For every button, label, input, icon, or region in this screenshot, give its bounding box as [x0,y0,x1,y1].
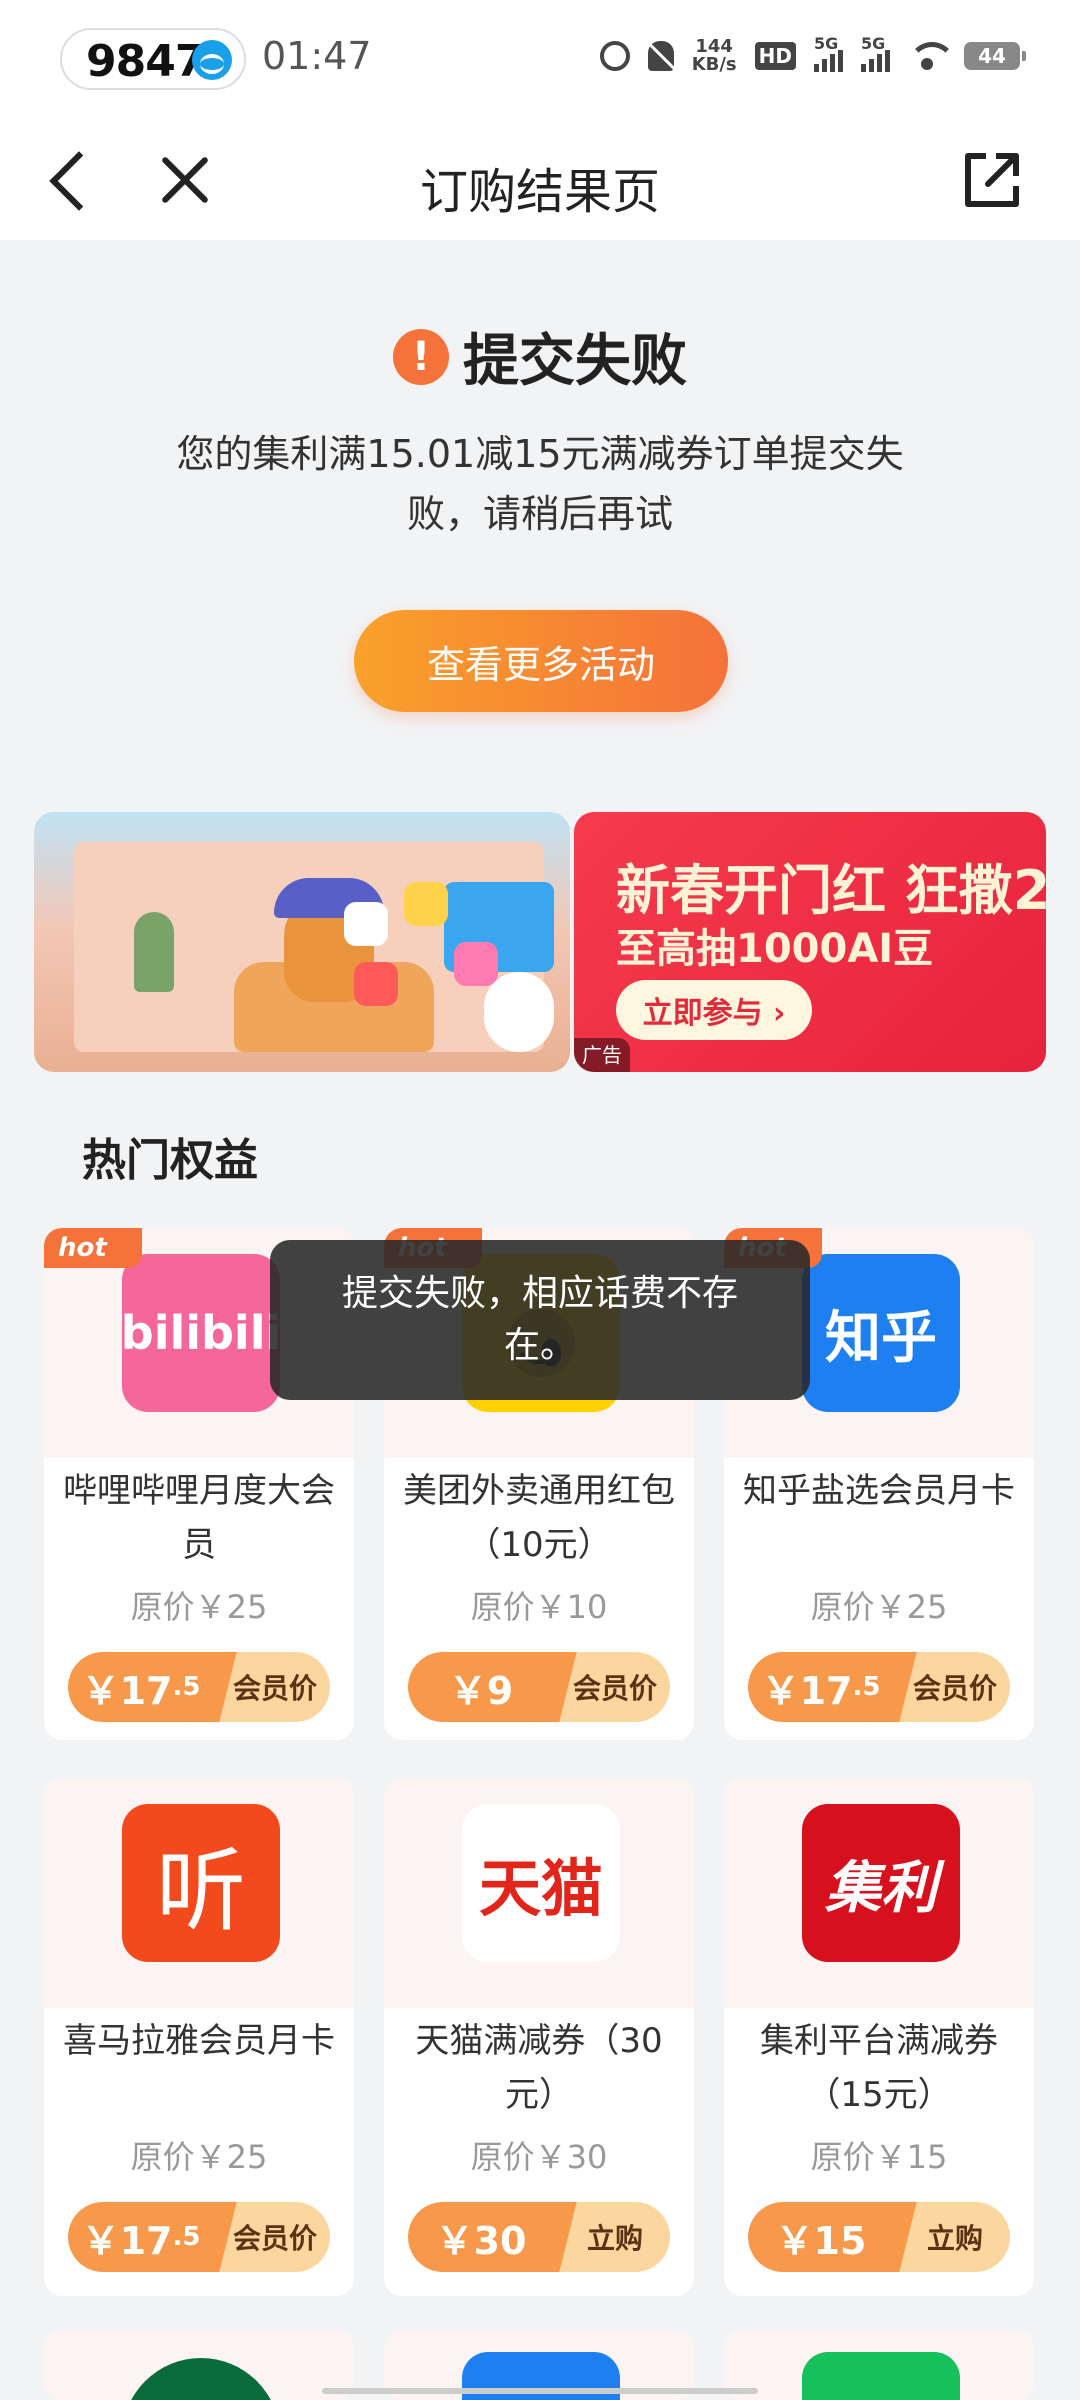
ad-label: 广告 [574,1038,630,1072]
status-bar: 9847 01:47 144 KB/s HD 5G 5G 44 [0,0,1080,120]
buy-label: 立购 [586,2222,643,2255]
home-indicator[interactable] [322,2388,758,2394]
original-price: 原价￥25 [130,1588,268,1626]
product-name: 喜马拉雅会员月卡 [63,2021,335,2061]
wifi-icon [908,42,956,70]
iqiyi-logo-icon [802,2352,960,2400]
banner2-subtitle: 至高抽1000AI豆 [616,926,934,972]
member-price: ￥15 [748,2202,894,2272]
original-price: 原价￥30 [470,2138,608,2176]
product-card-partial[interactable] [44,2330,354,2400]
price-label: 会员价 [232,2222,317,2255]
jili-logo-icon: 集利 [802,1804,960,1962]
price-tag[interactable]: ￥17.5 会员价 [748,1652,1010,1722]
product-name: 知乎盐选会员月卡 [743,1471,1015,1511]
status-icons: 144 KB/s HD 5G 5G 44 [599,34,1026,74]
product-card[interactable]: 集利 集利平台满减券（15元） 原价￥15 ￥15 立购 [724,1778,1034,2296]
price-tag[interactable]: ￥17.5 会员价 [68,2202,330,2272]
member-price: ￥17.5 [68,2202,214,2272]
original-price: 原价￥10 [470,1588,608,1626]
result-header: ! 提交失败 [0,316,1080,397]
price-label: 会员价 [232,1672,317,1705]
toast-message: 提交失败，相应话费不存在。 [270,1240,810,1400]
ximalaya-logo-icon: 听 [122,1804,280,1962]
price-tag[interactable]: ￥15 立购 [748,2202,1010,2272]
original-price: 原价￥15 [810,2138,948,2176]
banner2-title: 新春开门红 狂撒2 [616,859,1046,922]
carrier-number: 9847 [86,36,205,87]
app-icon-bili [454,942,498,986]
member-price: ￥17.5 [748,1652,894,1722]
product-name: 集利平台满减券（15元） [760,2021,998,2115]
share-button[interactable] [952,140,1032,220]
product-card[interactable]: 听 喜马拉雅会员月卡 原价￥25 ￥17.5 会员价 [44,1778,354,2296]
net-speed-unit: KB/s [691,54,737,75]
banner2-join-button[interactable]: 立即参与 › [616,980,812,1040]
product-card-partial[interactable] [724,2330,1034,2400]
net-speed: 144 KB/s [692,38,737,74]
warning-icon: ! [393,328,449,385]
member-price: ￥17.5 [68,1652,214,1722]
snowman-illustration [484,972,554,1052]
signal-icon-2: 5G [861,34,890,72]
product-name: 哔哩哔哩月度大会员 [63,1471,335,1565]
result-title: 提交失败 [463,329,687,394]
price-tag[interactable]: ￥17.5 会员价 [68,1652,330,1722]
original-price: 原价￥25 [130,2138,268,2176]
alarm-icon [599,41,630,71]
app-icon-m [344,902,388,946]
hot-badge: hot [44,1228,142,1268]
price-label: 会员价 [572,1672,657,1705]
page-title: 订购结果页 [419,164,660,220]
signal-2-label: 5G [861,34,886,53]
product-name: 美团外卖通用红包（10元） [403,1471,675,1565]
product-name: 天猫满减券（30元） [415,2021,663,2115]
signal-1-label: 5G [814,34,839,53]
buy-label: 立购 [926,2222,983,2255]
price-tag[interactable]: ￥9 会员价 [408,1652,670,1722]
member-price: ￥9 [408,1652,554,1722]
nav-bar: 订购结果页 [0,120,1080,240]
original-price: 原价￥25 [810,1588,948,1626]
clock: 01:47 [262,34,372,78]
plant-illustration [134,912,174,992]
carrier-pill: 9847 [60,28,246,90]
price-tag[interactable]: ￥30 立购 [408,2202,670,2272]
promo-banner-illustration[interactable] [34,812,570,1072]
share-icon [965,153,1019,207]
tmall-logo-icon: 天猫 [462,1804,620,1962]
member-price: ￥30 [408,2202,554,2272]
product-card[interactable]: 天猫 天猫满减券（30元） 原价￥30 ￥30 立购 [384,1778,694,2296]
more-activities-button[interactable]: 查看更多活动 [354,610,728,712]
section-title: 热门权益 [82,1135,258,1186]
result-description: 您的集利满15.01减15元满减券订单提交失败，请稍后再试 [176,432,904,536]
hd-icon: HD [754,42,796,70]
china-mobile-icon [192,40,232,80]
app-icon-mv [404,882,448,926]
signal-icon-1: 5G [814,34,843,72]
bilibili-logo-icon: bilibili [122,1254,280,1412]
promo-banner-newyear[interactable]: 新春开门红 狂撒2 至高抽1000AI豆 立即参与 › 广告 [574,812,1046,1072]
price-label: 会员价 [912,1672,997,1705]
app-icon-music [354,962,398,1006]
zhihu-logo-icon: 知乎 [802,1254,960,1412]
battery-icon: 44 [964,42,1026,70]
mute-bell-icon [647,41,674,71]
